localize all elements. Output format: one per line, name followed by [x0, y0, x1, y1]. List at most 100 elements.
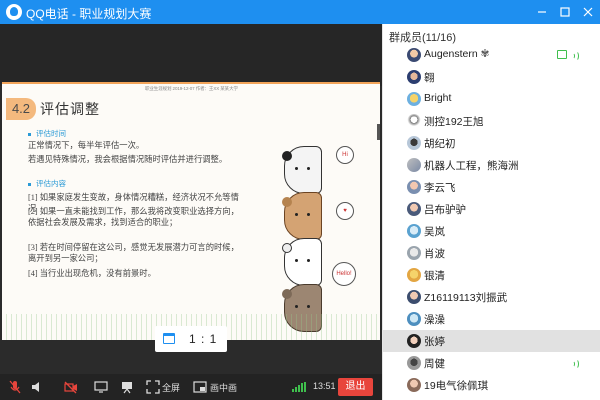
stage-background [0, 24, 382, 86]
maximize-icon[interactable] [556, 3, 574, 21]
title-bar: QQ电话 - 职业规划大赛 [0, 0, 600, 24]
minimize-icon[interactable] [533, 3, 551, 21]
avatar [407, 158, 421, 172]
picture-in-picture-icon[interactable] [193, 380, 207, 394]
slide-header-text: 职业生涯规划 2019-12-07 作者：王XX 某某大学 [145, 86, 238, 91]
member-name: 吕布驴驴 [424, 204, 466, 216]
bullet-label: 评估时间 [28, 128, 66, 139]
member-name: Bright [424, 92, 452, 104]
member-item[interactable]: 澡澡 [383, 308, 600, 330]
member-name: 银清 [424, 270, 445, 282]
fullscreen-label[interactable]: 全屏 [162, 381, 180, 394]
exit-call-button[interactable]: 退出 [338, 378, 373, 396]
member-name: 测控192王旭 [424, 116, 484, 128]
slide-paragraph: [2] 如果一直未能找到工作，那么我将改变职业选择方向，依据社会发展及需求，找到… [28, 207, 239, 228]
speaking-icon [571, 51, 579, 61]
member-name: Z16119113刘振武 [424, 292, 508, 304]
fullscreen-icon[interactable] [146, 380, 160, 394]
brown-bear-icon [282, 192, 322, 240]
screen-share-icon[interactable] [94, 380, 108, 394]
mic-muted-icon[interactable] [8, 380, 22, 394]
camera-off-icon[interactable] [64, 380, 78, 394]
member-item[interactable]: 肖波 [383, 242, 600, 264]
bullet-dot-icon [28, 132, 31, 136]
qq-logo-icon [6, 4, 22, 20]
member-panel: 群成员(11/16) Augenstern ✾ 翱 Bright 测控192王旭… [382, 24, 600, 400]
member-name: 肖波 [424, 248, 445, 260]
member-name: 李云飞 [424, 182, 456, 194]
avatar [407, 268, 421, 282]
white-bear-icon [282, 238, 322, 286]
bullet-dot-icon [28, 182, 31, 186]
avatar [407, 312, 421, 326]
avatar [407, 334, 421, 348]
presenter-icon[interactable] [120, 380, 134, 394]
avatar [407, 356, 421, 370]
picture-in-picture-label[interactable]: 画中画 [210, 381, 237, 394]
member-item[interactable]: 吴岚 [383, 220, 600, 242]
bear-illustration [282, 146, 322, 340]
member-name: 胡纪初 [424, 138, 456, 150]
slide-paragraph: [4] 当行业出现危机，没有前景时。 [28, 269, 156, 278]
call-timer: 13:51 [313, 381, 336, 391]
speech-bubble: Hello! [332, 262, 356, 286]
close-icon[interactable] [579, 3, 597, 21]
panda-bear-icon [282, 146, 322, 194]
avatar [407, 378, 421, 392]
member-item[interactable]: 翱 [383, 66, 600, 88]
avatar [407, 224, 421, 238]
member-item[interactable]: Z16119113刘振武 [383, 286, 600, 308]
member-item[interactable]: Augenstern ✾ [383, 44, 600, 66]
member-name: 周健 [424, 358, 445, 370]
shared-slide: 职业生涯规划 2019-12-07 作者：王XX 某某大学 4.2 评估调整 评… [2, 82, 380, 340]
flower-icon: ✾ [480, 48, 490, 60]
member-item[interactable]: 胡纪初 [383, 132, 600, 154]
qq-call-window: QQ电话 - 职业规划大赛 职业生涯规划 2019-12-07 作者：王XX 某… [0, 0, 600, 400]
avatar [407, 136, 421, 150]
slide-paragraph: 若遇见特殊情况，我会根据情况随时评估并进行调整。 [28, 155, 228, 164]
zoom-ratio-button[interactable]: 1 : 1 [155, 326, 227, 352]
member-name: 吴岚 [424, 226, 445, 238]
member-item[interactable]: 银清 [383, 264, 600, 286]
avatar [407, 114, 421, 128]
member-name: 张婷 [424, 336, 445, 348]
speech-bubble: Hi [336, 146, 354, 164]
avatar [407, 202, 421, 216]
member-item[interactable]: 吕布驴驴 [383, 198, 600, 220]
speaking-icon [571, 359, 579, 369]
member-name: 翱 [424, 72, 435, 84]
avatar [407, 180, 421, 194]
section-number-badge: 4.2 [6, 98, 36, 120]
member-name: 机器人工程，熊海洲 [424, 160, 519, 172]
member-name: 19电气徐佩琪 [424, 380, 489, 392]
member-item-selected[interactable]: 张婷 [383, 330, 600, 352]
avatar [407, 70, 421, 84]
avatar [407, 290, 421, 304]
speaker-icon[interactable] [30, 380, 44, 394]
signal-strength-icon [292, 382, 308, 392]
member-item[interactable]: Bright [383, 88, 600, 110]
slide-side-marker [377, 124, 380, 140]
member-item[interactable]: 周健 [383, 352, 600, 374]
avatar [407, 48, 421, 62]
member-item[interactable]: 机器人工程，熊海洲 [383, 154, 600, 176]
section-title: 评估调整 [40, 101, 100, 117]
window-icon [163, 333, 175, 344]
speech-bubble: ♥ [336, 202, 354, 220]
call-toolbar: 全屏 画中画 13:51 退出 [0, 374, 382, 400]
member-item[interactable]: 19电气徐佩琪 [383, 374, 600, 396]
slide-paragraph: [3] 若在时间停留在这公司，感觉无发展潜力可言的时候，离开到另一家公司； [28, 243, 239, 264]
slide-paragraph: 正常情况下，每半年评估一次。 [28, 141, 145, 150]
member-count-header: 群成员(11/16) [389, 32, 457, 44]
zoom-ratio-label: 1 : 1 [189, 332, 218, 346]
window-title: QQ电话 - 职业规划大赛 [26, 7, 152, 21]
screen-sharing-icon [557, 50, 567, 59]
member-item[interactable]: 测控192王旭 [383, 110, 600, 132]
member-name: 澡澡 [424, 314, 445, 326]
avatar [407, 246, 421, 260]
avatar [407, 92, 421, 106]
member-item[interactable]: 李云飞 [383, 176, 600, 198]
bullet-label: 评估内容 [28, 178, 66, 189]
screen-share-area[interactable]: 职业生涯规划 2019-12-07 作者：王XX 某某大学 4.2 评估调整 评… [0, 24, 382, 400]
member-name: Augenstern ✾ [424, 48, 490, 60]
